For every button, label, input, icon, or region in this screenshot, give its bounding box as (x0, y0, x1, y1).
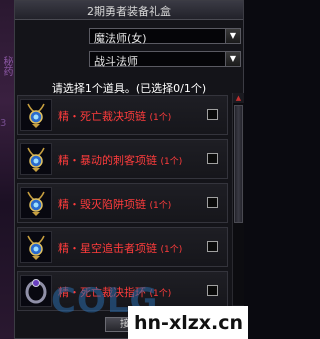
necklace-icon (20, 99, 52, 131)
subclass-select-value: 战斗法师 (94, 55, 138, 68)
item-checkbox[interactable] (207, 197, 218, 208)
watermark-badge: hn-xlzx.cn (128, 306, 248, 339)
necklace-icon (20, 143, 52, 175)
item-name: 精・毁灭陷阱项链 (1个) (58, 198, 172, 211)
class-select-value: 魔法师(女) (94, 32, 147, 45)
item-checkbox[interactable] (207, 241, 218, 252)
item-checkbox[interactable] (207, 153, 218, 164)
background-side-text-2: 3 (0, 118, 7, 129)
scroll-up-icon[interactable]: ▲ (233, 93, 244, 103)
background-panel (0, 0, 14, 339)
item-name: 精・死亡裁决项链 (1个) (58, 110, 172, 123)
gift-box-dialog: 2期勇者装备礼盒 魔法师(女) ▼ 战斗法师 ▼ 请选择1个道具。(已选择0/1… (14, 0, 244, 339)
chevron-down-icon[interactable]: ▼ (225, 52, 240, 66)
list-item[interactable]: 精・星空追击者项链 (1个) (17, 227, 228, 267)
scrollbar[interactable]: ▲ ▼ (232, 93, 244, 315)
dialog-title: 2期勇者装备礼盒 (87, 5, 171, 18)
class-select[interactable]: 魔法师(女) ▼ (89, 28, 241, 45)
watermark-text: hn-xlzx.cn (134, 312, 244, 334)
list-item[interactable]: 精・死亡裁决项链 (1个) (17, 95, 228, 135)
item-name: 精・暴动的刺客项链 (1个) (58, 154, 183, 167)
list-item[interactable]: 精・毁灭陷阱项链 (1个) (17, 183, 228, 223)
item-checkbox[interactable] (207, 285, 218, 296)
list-item[interactable]: 精・暴动的刺客项链 (1个) (17, 139, 228, 179)
necklace-icon (20, 231, 52, 263)
subclass-select[interactable]: 战斗法师 ▼ (89, 51, 241, 68)
item-name: 精・星空追击者项链 (1个) (58, 242, 183, 255)
ring-icon (20, 275, 52, 307)
background-side-text: 秘药 (1, 56, 12, 76)
selection-instruction: 请选择1个道具。(已选择0/1个) (51, 82, 207, 95)
item-checkbox[interactable] (207, 109, 218, 120)
chevron-down-icon[interactable]: ▼ (225, 29, 240, 43)
necklace-icon (20, 187, 52, 219)
title-bar[interactable]: 2期勇者装备礼盒 (15, 1, 243, 20)
scroll-thumb[interactable] (234, 105, 243, 223)
